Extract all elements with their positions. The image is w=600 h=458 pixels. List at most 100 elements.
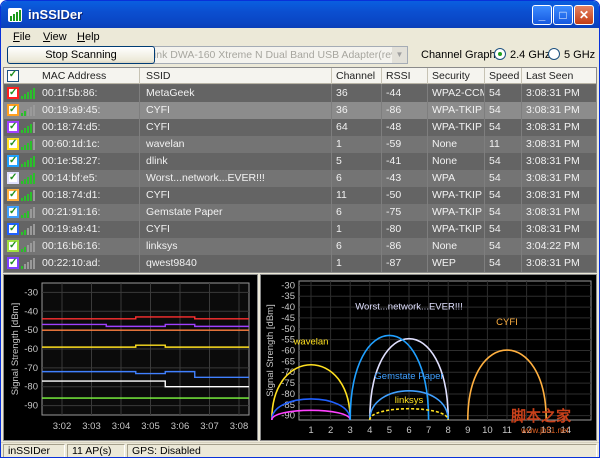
rssi-cell: -48 <box>386 121 402 133</box>
signal-bars-icon <box>21 87 35 99</box>
y-tick-label: -90 <box>24 401 38 412</box>
ssid-cell: MetaGeek <box>146 87 195 99</box>
mac-cell: 00:21:91:16: <box>42 206 101 218</box>
column-last-seen[interactable]: Last Seen <box>526 70 573 82</box>
adapter-select[interactable]: D-Link DWA-160 Xtreme N Dual Band USB Ad… <box>133 46 408 64</box>
speed-cell: 54 <box>489 87 501 99</box>
band-24-radio[interactable] <box>494 48 506 60</box>
row-checkbox[interactable]: ✓ <box>7 223 19 235</box>
row-checkbox[interactable]: ✓ <box>7 121 19 133</box>
minimize-button[interactable]: _ <box>532 5 552 25</box>
menu-view[interactable]: View <box>43 31 67 43</box>
table-row[interactable]: ✓ 00:18:74:d1: CYFI 11 -50 WPA-TKIP 54 3:08:31 … <box>4 187 596 204</box>
ssid-cell: linksys <box>146 240 178 252</box>
time-graph: -30 -40 -50 -60 -70 -80 -90 3:02 3:03 3:04 3:05 3:0… <box>10 282 250 432</box>
speed-cell: 54 <box>489 121 501 133</box>
last-seen-cell: 3:08:31 PM <box>526 155 580 167</box>
table-row[interactable]: ✓ 00:21:91:16: Gemstate Paper 6 -75 WPA-TKIP 5… <box>4 204 596 221</box>
column-divider[interactable] <box>331 68 332 84</box>
row-checkbox[interactable]: ✓ <box>7 189 19 201</box>
y-tick-label: -80 <box>281 389 295 400</box>
row-checkbox[interactable]: ✓ <box>7 206 19 218</box>
table-row[interactable]: ✓ 00:19:a9:45: CYFI 36 -86 WPA-TKIP 54 3:08:31 … <box>4 102 596 119</box>
window-title: inSSIDer <box>28 7 83 22</box>
table-row[interactable]: ✓ 00:1f:5b:86: MetaGeek 36 -44 WPA2-CCMP 54 3:0… <box>4 85 596 102</box>
x-tick-label: 2 <box>328 425 333 436</box>
close-button[interactable]: ✕ <box>574 5 594 25</box>
column-divider[interactable] <box>139 68 140 84</box>
column-ssid[interactable]: SSID <box>146 70 171 82</box>
speed-cell: 54 <box>489 172 501 184</box>
band-5-label[interactable]: 5 GHz <box>564 49 595 61</box>
x-tick-label: 4 <box>367 425 372 436</box>
mac-cell: 00:18:74:d1: <box>42 189 101 201</box>
table-row[interactable]: ✓ 00:16:b6:16: linksys 6 -86 None 54 3:04:22 PM <box>4 238 596 255</box>
column-channel[interactable]: Channel <box>336 70 375 82</box>
security-cell: None <box>432 155 458 167</box>
chevron-down-icon[interactable]: ▼ <box>392 47 407 63</box>
signal-bars-icon <box>21 223 35 235</box>
ssid-cell: Worst...network...EVER!!! <box>146 172 265 184</box>
status-app: inSSIDer <box>3 444 65 457</box>
column-speed[interactable]: Speed <box>489 70 519 82</box>
table-row[interactable]: ✓ 00:18:74:d5: CYFI 64 -48 WPA-TKIP 54 3:08:31 … <box>4 119 596 136</box>
watermark-url: www.jb51.net <box>520 426 569 435</box>
security-cell: WPA-TKIP <box>432 104 482 116</box>
column-divider[interactable] <box>427 68 428 84</box>
y-tick-label: -60 <box>24 344 38 355</box>
x-tick-label: 7 <box>426 425 431 436</box>
x-tick-label: 3:03 <box>82 421 101 432</box>
y-tick-label: -45 <box>281 313 295 324</box>
last-seen-cell: 3:08:31 PM <box>526 138 580 150</box>
band-24-label[interactable]: 2.4 GHz <box>510 49 550 61</box>
table-row[interactable]: ✓ 00:19:a9:41: CYFI 1 -80 WPA-TKIP 54 3:08:31 P… <box>4 221 596 238</box>
security-cell: None <box>432 240 458 252</box>
table-row[interactable]: ✓ 00:60:1d:1c: wavelan 1 -59 None 11 3:08:31 PM <box>4 136 596 153</box>
menu-file[interactable]: File <box>13 31 31 43</box>
channel-cell: 6 <box>336 240 342 252</box>
row-checkbox[interactable]: ✓ <box>7 155 19 167</box>
mac-cell: 00:1e:58:27: <box>42 155 101 167</box>
security-cell: WPA-TKIP <box>432 206 482 218</box>
last-seen-cell: 3:08:31 PM <box>526 87 580 99</box>
column-divider[interactable] <box>484 68 485 84</box>
column-rssi[interactable]: RSSI <box>386 70 411 82</box>
band-5-radio[interactable] <box>548 48 560 60</box>
row-checkbox[interactable]: ✓ <box>7 172 19 184</box>
mac-cell: 00:16:b6:16: <box>42 240 101 252</box>
x-tick-label: 3:05 <box>141 421 160 432</box>
column-divider[interactable] <box>381 68 382 84</box>
row-checkbox[interactable]: ✓ <box>7 240 19 252</box>
select-all-checkbox[interactable]: ✓ <box>7 70 19 82</box>
menu-bar: File View Help <box>3 28 597 45</box>
y-axis-label: Signal Strength [dBm] <box>10 303 21 395</box>
stop-scanning-button[interactable]: Stop Scanning <box>7 46 155 64</box>
ssid-cell: dlink <box>146 155 168 167</box>
row-checkbox[interactable]: ✓ <box>7 87 19 99</box>
column-security[interactable]: Security <box>432 70 470 82</box>
column-gridline <box>331 84 332 272</box>
y-tick-label: -50 <box>24 325 38 336</box>
network-label: Gemstate Paper <box>374 371 443 382</box>
security-cell: WPA2-CCMP <box>432 87 484 99</box>
signal-bars-icon <box>21 189 35 201</box>
row-checkbox[interactable]: ✓ <box>7 104 19 116</box>
last-seen-cell: 3:08:31 PM <box>526 104 580 116</box>
menu-help[interactable]: Help <box>77 31 100 43</box>
column-divider[interactable] <box>521 68 522 84</box>
table-row[interactable]: ✓ 00:1e:58:27: dlink 5 -41 None 54 3:08:31 PM <box>4 153 596 170</box>
row-checkbox[interactable]: ✓ <box>7 257 19 269</box>
table-row[interactable]: ✓ 00:22:10:ad: qwest9840 1 -87 WEP 54 3:08:31 P… <box>4 255 596 272</box>
maximize-button[interactable]: □ <box>553 5 573 25</box>
last-seen-cell: 3:08:31 PM <box>526 189 580 201</box>
row-checkbox[interactable]: ✓ <box>7 138 19 150</box>
table-row[interactable]: ✓ 00:14:bf:e5: Worst...network...EVER!!! 6 -… <box>4 170 596 187</box>
adapter-select-value: D-Link DWA-160 Xtreme N Dual Band USB Ad… <box>137 49 408 61</box>
rssi-cell: -43 <box>386 172 402 184</box>
table-header: ✓ MAC Address SSID Channel RSSI Security… <box>4 68 596 84</box>
column-mac[interactable]: MAC Address <box>42 70 106 82</box>
security-cell: WPA-TKIP <box>432 223 482 235</box>
channel-graph-label: Channel Graph: <box>421 49 499 61</box>
watermark-logo: 脚本之家 www.jb51.net <box>511 407 571 435</box>
column-gridline <box>139 84 140 272</box>
